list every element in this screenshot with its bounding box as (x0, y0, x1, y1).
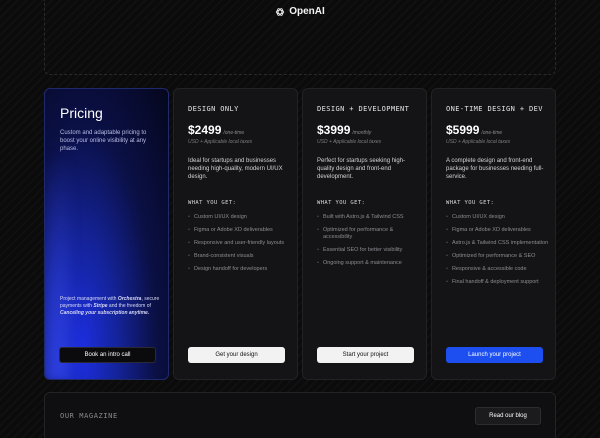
feature-item: • Figma or Adobe XD deliverables (188, 227, 273, 233)
plan-tax: USD + Applicable local taxes (188, 139, 253, 145)
bullet-icon: • (446, 279, 448, 285)
brand[interactable]: OpenAI (45, 6, 555, 17)
magazine-section: OUR MAGAZINE Read our blog (44, 392, 556, 438)
bullet-icon: • (446, 227, 448, 233)
bullet-icon: • (446, 253, 448, 259)
plan-name: DESIGN ONLY (188, 105, 239, 113)
feature-item: • Built with Astro.js & Tailwind CSS (317, 214, 404, 220)
plan-name: ONE-TIME DESIGN + DEV (446, 105, 543, 113)
plan-card-design-development: DESIGN + DEVELOPMENT $3999 /monthly USD … (302, 88, 427, 380)
cancel-note: Canceling your subscription anytime. (60, 310, 150, 316)
plan-card-one-time-design-dev: ONE-TIME DESIGN + DEV $5999 /one-time US… (431, 88, 556, 380)
bullet-icon: • (446, 266, 448, 272)
feature-item: • Custom UI/UX design (188, 214, 247, 220)
launch-your-project-button[interactable]: Launch your project (446, 347, 543, 363)
read-our-blog-button[interactable]: Read our blog (475, 407, 541, 425)
feature-item: • Figma or Adobe XD deliverables (446, 227, 531, 233)
bullet-icon: • (317, 214, 319, 220)
plan-description: A complete design and front-end package … (446, 158, 544, 180)
pricing-description: Custom and adaptable pricing to boost yo… (60, 130, 147, 152)
plan-description: Ideal for startups and businesses needin… (188, 158, 283, 180)
plan-card-design-only: DESIGN ONLY $2499 /one-time USD + Applic… (173, 88, 298, 380)
feature-item: • Optimized for performance & accessibili… (317, 227, 394, 240)
feature-item: • Responsive and user-friendly layouts (188, 240, 285, 246)
bullet-icon: • (188, 214, 190, 220)
plan-period: /one-time (481, 130, 503, 136)
plan-description: Perfect for startups seeking high-qualit… (317, 158, 406, 180)
bullet-icon: • (188, 240, 190, 246)
plan-tax: USD + Applicable local taxes (446, 139, 511, 145)
orchestra-link: Orchestra (117, 296, 142, 302)
feature-item: • Brand-consistent visuals (188, 253, 254, 259)
pricing-section: Pricing Custom and adaptable pricing to … (44, 88, 556, 380)
plan-tax: USD + Applicable local taxes (317, 139, 382, 145)
bullet-icon: • (188, 266, 190, 272)
plan-name: DESIGN + DEVELOPMENT (317, 105, 410, 113)
pricing-intro-card: Pricing Custom and adaptable pricing to … (44, 88, 169, 380)
plan-price: $5999 (446, 123, 480, 137)
bullet-icon: • (317, 260, 319, 266)
plan-price: $2499 (188, 123, 222, 137)
bullet-icon: • (446, 214, 448, 220)
feature-item: • Responsive & accessible code (446, 266, 527, 272)
price-row: $5999 /one-time (446, 123, 502, 137)
plan-period: /monthly (352, 130, 372, 136)
bullet-icon: • (188, 227, 190, 233)
intro-glow (45, 149, 69, 379)
magazine-label: OUR MAGAZINE (60, 412, 118, 420)
start-your-project-button[interactable]: Start your project (317, 347, 414, 363)
pricing-title: Pricing (60, 105, 103, 121)
bullet-icon: • (188, 253, 190, 259)
openai-logo-icon (276, 7, 285, 16)
feature-item: • Final handoff & deployment support (446, 279, 539, 285)
get-your-design-button[interactable]: Get your design (188, 347, 285, 363)
features-title: WHAT YOU GET: (188, 200, 237, 206)
feature-item: • Astro.js & Tailwind CSS implementation (446, 240, 549, 246)
plan-price: $3999 (317, 123, 351, 137)
feature-item: • Design handoff for developers (188, 266, 268, 272)
feature-list: • Custom UI/UX design • Figma or Adobe XD … (446, 214, 552, 292)
bullet-icon: • (446, 240, 448, 246)
bullet-icon: • (317, 227, 319, 233)
stripe-link: Stripe (93, 303, 108, 309)
price-row: $2499 /one-time (188, 123, 244, 137)
price-row: $3999 /monthly (317, 123, 371, 137)
feature-item: • Custom UI/UX design (446, 214, 505, 220)
features-title: WHAT YOU GET: (317, 200, 366, 206)
pricing-note: Project management with Orchestra, secur… (60, 296, 160, 316)
brand-name: OpenAI (289, 6, 325, 17)
feature-list: • Custom UI/UX design • Figma or Adobe XD … (188, 214, 294, 279)
feature-list: • Built with Astro.js & Tailwind CSS • Opt… (317, 214, 423, 273)
plan-period: /one-time (223, 130, 245, 136)
header-frame: OpenAI (44, 0, 556, 75)
book-intro-call-button[interactable]: Book an intro call (59, 347, 156, 363)
feature-item: • Ongoing support & maintenance (317, 260, 402, 266)
feature-item: • Optimized for performance & SEO (446, 253, 536, 259)
features-title: WHAT YOU GET: (446, 200, 495, 206)
feature-item: • Essential SEO for better visibility (317, 247, 403, 253)
bullet-icon: • (317, 247, 319, 253)
